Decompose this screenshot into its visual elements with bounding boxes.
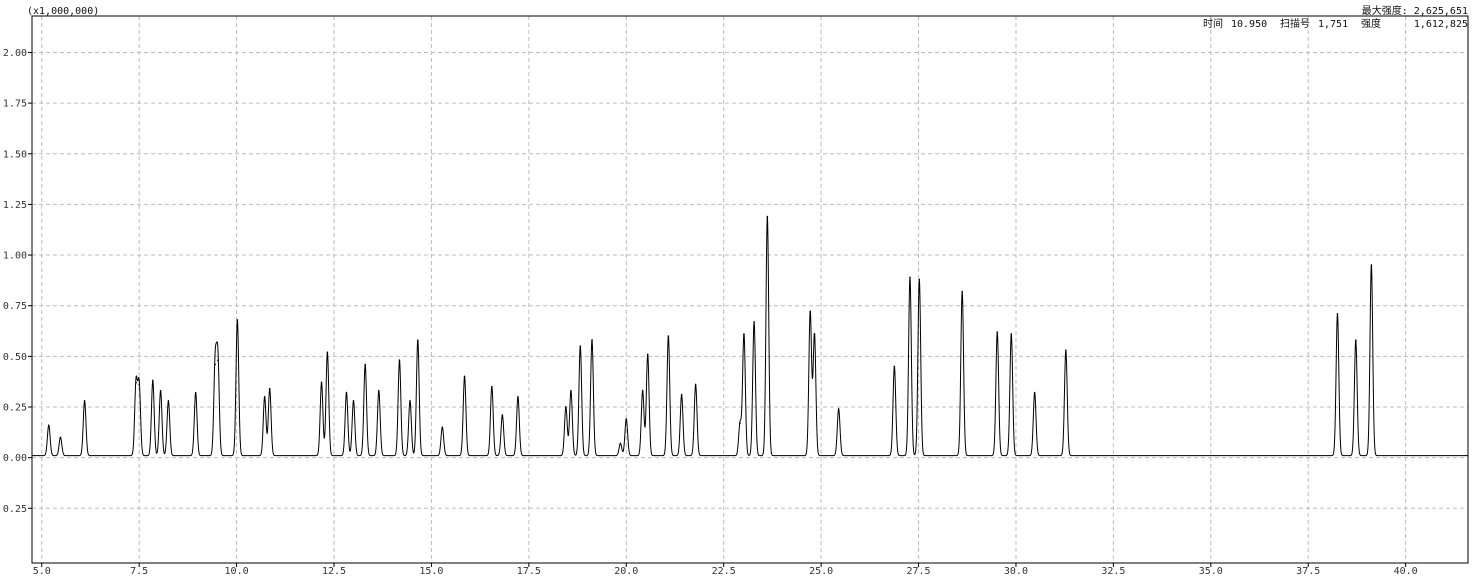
peak-point [918,278,921,281]
peak-point [138,383,140,386]
peak-point [1065,349,1067,352]
time-label: 时间 [1203,17,1223,30]
tick-labels: 2.00 1.75 1.50 1.25 1.00 0.75 0.50 0.25 0.00 0.25… [3,48,1418,577]
peak-point [491,385,493,388]
y-tick-label: 0.75 [3,301,27,312]
peak-point [565,406,567,408]
peak-point [680,394,683,396]
peak-point [813,333,816,335]
peak-point [47,424,50,427]
peak-point [326,351,329,354]
peak-point [1370,264,1373,266]
peak-point [217,359,219,362]
x-tick-label: 15.0 [419,566,443,577]
y-tick-label: 1.75 [3,99,27,110]
y-tick-label: 0.00 [3,453,27,464]
peak-point [135,381,137,384]
peak-point [398,359,401,362]
x-tick-label: 40.0 [1394,566,1418,577]
peak-point [570,390,572,392]
peak-point [753,321,755,323]
x-tick-label: 25.0 [809,566,833,577]
scan-value: 1,751 [1318,19,1348,30]
peak-point [743,333,745,335]
peak-point [416,339,419,341]
y-tick-label: 0.25 [3,504,27,515]
peak-point [739,422,741,425]
x-tick-label: 17.5 [517,566,541,577]
x-tick-label: 32.5 [1101,566,1125,577]
x-tick-label: 12.5 [322,566,346,577]
peak-point [268,387,271,390]
plot-frame [31,15,1469,564]
peak-point [441,426,444,429]
peak-point [214,363,216,366]
y-tick-label: 0.50 [3,352,27,363]
y-tick-label: 1.50 [3,149,27,160]
intensity-label: 强度 [1361,17,1381,30]
peak-point [591,339,593,341]
scan-label: 扫描号 [1280,17,1310,30]
peak-point [893,365,896,368]
x-tick-label: 35.0 [1199,566,1223,577]
grid-lines [32,16,1468,563]
peak-point [236,319,239,321]
peak-point [1033,392,1036,394]
peak-point [409,400,411,402]
peak-point [364,363,366,366]
intensity-value: 1,612,825 [1414,19,1468,30]
peak-point [909,276,911,279]
peak-point [1010,333,1013,335]
peak-point [378,390,380,392]
chromatogram-trace [32,215,1468,457]
chromatogram-chart: 2.00 1.75 1.50 1.25 1.00 0.75 0.50 0.25 0.00 0.25… [3,4,1469,577]
time-value: 10.950 [1231,19,1267,30]
peak-point [837,408,840,410]
peak-point [263,396,266,398]
peak-point [152,379,154,382]
peak-point [159,390,162,392]
peak-point [619,442,622,445]
scale-multiplier-label: (x1,000,000) [27,6,99,17]
peak-point [352,400,355,402]
x-tick-label: 30.0 [1004,566,1028,577]
axes [28,15,1469,567]
x-tick-label: 7.5 [130,566,148,577]
peak-point [320,381,323,384]
peak-point [83,400,86,402]
x-tick-label: 5.0 [33,566,51,577]
peak-point [501,414,504,416]
peak-point [463,375,466,378]
y-tick-label: 2.00 [3,48,27,59]
peak-point [167,400,170,402]
peak-point [517,396,519,398]
peak-point [59,436,62,439]
peak-point [809,310,812,313]
x-tick-label: 27.5 [906,566,930,577]
peak-point [646,353,649,356]
y-tick-label: 0.25 [3,403,27,414]
peak-point [694,383,697,386]
peak-point [1336,313,1339,315]
x-tick-label: 37.5 [1296,566,1320,577]
peak-point [961,290,963,293]
peak-point [345,392,348,394]
peak-point [641,390,644,392]
peak-point [667,335,670,337]
x-tick-label: 10.0 [225,566,249,577]
max-intensity-readout: 最大强度: 2,625,651 [1362,4,1468,17]
peak-point [766,215,769,218]
peak-point [1354,339,1357,341]
y-tick-label: 1.25 [3,200,27,211]
x-tick-label: 22.5 [712,566,736,577]
peak-point [625,418,628,420]
peak-point [579,345,582,348]
peak-point [194,392,197,394]
x-tick-label: 20.0 [614,566,638,577]
y-tick-label: 1.00 [3,251,27,262]
chromatogram-line [32,216,1468,457]
peak-point [996,331,999,333]
